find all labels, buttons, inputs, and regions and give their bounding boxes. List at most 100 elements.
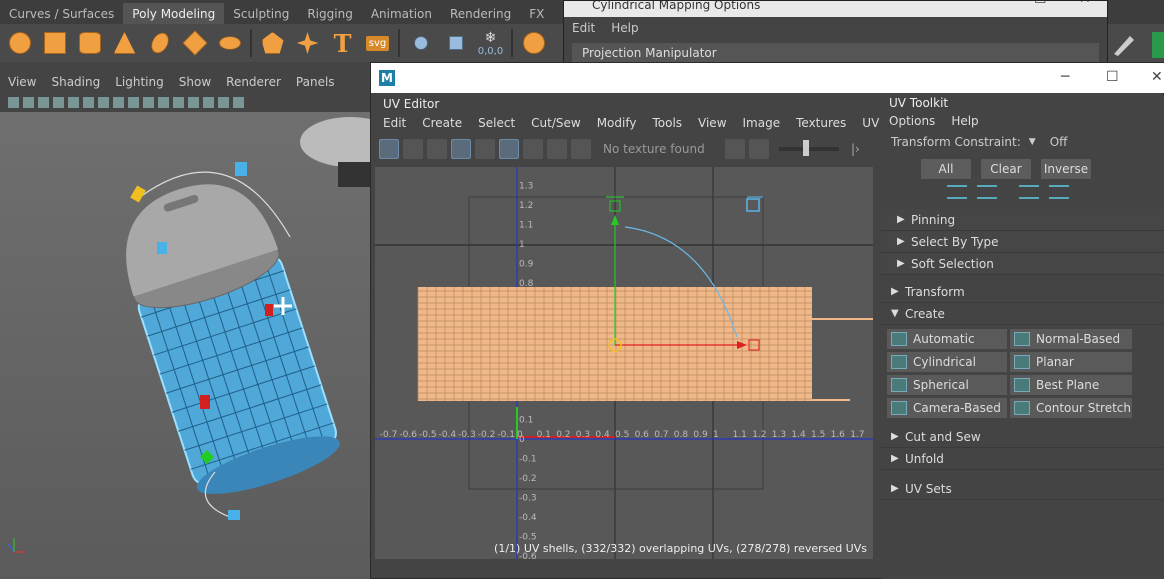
uv-menu-edit[interactable]: Edit [383, 116, 406, 130]
uv-canvas[interactable]: 1.3 1.2 1.1 1 0.9 0.8 0.1 0 -0.1 -0.2 -0.3 -0.4 -0.5… [375, 167, 873, 559]
field-chart-icon[interactable] [158, 96, 169, 108]
bridge-icon[interactable] [516, 27, 551, 59]
uv-distortion-icon[interactable] [427, 139, 447, 159]
shelf-tab-animation[interactable]: Animation [362, 3, 441, 24]
cmo-menu-edit[interactable]: Edit [572, 21, 595, 35]
sweep-icon[interactable] [403, 27, 438, 59]
cylinder-icon[interactable] [72, 27, 107, 59]
svg-icon[interactable]: svg [360, 27, 395, 59]
snowflake-icon[interactable]: ❄ 0,0,0 [473, 27, 508, 59]
viewport-menu-view[interactable]: View [8, 75, 36, 89]
camera-select-icon[interactable] [8, 96, 19, 108]
select-by-type-section[interactable]: ▶ Select By Type [881, 231, 1164, 253]
uv-menu-select[interactable]: Select [478, 116, 515, 130]
best-plane-button[interactable]: Best Plane [1010, 375, 1132, 395]
planar-button[interactable]: Planar [1010, 352, 1132, 372]
automatic-button[interactable]: Automatic [887, 329, 1007, 349]
shrink-selection-icon[interactable] [977, 185, 997, 199]
snap-icon[interactable] [523, 139, 543, 159]
disc-icon[interactable] [212, 27, 247, 59]
maximize-icon[interactable]: ☐ [1106, 69, 1119, 85]
chevron-down-icon[interactable]: ▼ [1029, 137, 1036, 147]
normal-based-button[interactable]: Normal-Based [1010, 329, 1132, 349]
viewport-menu-panels[interactable]: Panels [296, 75, 335, 89]
uv-menu-image[interactable]: Image [743, 116, 781, 130]
pencil-icon[interactable] [1108, 24, 1164, 62]
spherical-button[interactable]: Spherical [887, 375, 1007, 395]
safe-title-icon[interactable] [188, 96, 199, 108]
select-all-button[interactable]: All [921, 159, 971, 179]
film-gate-icon[interactable] [113, 96, 124, 108]
close-icon[interactable]: ✕ [1151, 69, 1163, 85]
exposure-slider[interactable] [779, 140, 839, 156]
viewport-menu-show[interactable]: Show [179, 75, 211, 89]
uv-menu-textures[interactable]: Textures [796, 116, 846, 130]
pinning-section[interactable]: ▶ Pinning [881, 209, 1164, 231]
cmo-menu-help[interactable]: Help [611, 21, 638, 35]
cube-icon[interactable] [37, 27, 72, 59]
cylindrical-button[interactable]: Cylindrical [887, 352, 1007, 372]
color-space-icon[interactable] [725, 139, 745, 159]
uv-menu-modify[interactable]: Modify [597, 116, 637, 130]
select-shell-icon[interactable] [1019, 185, 1039, 199]
image-plane-icon[interactable] [53, 96, 64, 108]
uv-menu-tools[interactable]: Tools [652, 116, 682, 130]
toolkit-menu-options[interactable]: Options [889, 114, 935, 128]
sphere-icon[interactable] [2, 27, 37, 59]
select-border-icon[interactable] [1049, 185, 1069, 199]
camera-attributes-icon[interactable] [23, 96, 34, 108]
minimize-icon[interactable]: ─ [991, 1, 999, 6]
transform-section[interactable]: ▶ Transform [881, 281, 1164, 303]
grid-icon[interactable] [98, 96, 109, 108]
viewport-menu-shading[interactable]: Shading [51, 75, 100, 89]
uv-shell-icon[interactable] [379, 139, 399, 159]
isolate-select-icon[interactable] [451, 139, 471, 159]
camera-based-button[interactable]: Camera-Based [887, 398, 1007, 418]
shelf-tab-rigging[interactable]: Rigging [298, 3, 361, 24]
gate-mask-icon[interactable] [143, 96, 154, 108]
grow-selection-icon[interactable] [947, 185, 967, 199]
smooth-shade-icon[interactable] [218, 96, 229, 108]
toolkit-menu-help[interactable]: Help [951, 114, 978, 128]
projection-manipulator-section[interactable]: Projection Manipulator [572, 43, 1099, 63]
uv-menu-create[interactable]: Create [422, 116, 462, 130]
unfold-section[interactable]: ▶ Unfold [881, 448, 1164, 470]
cone-icon[interactable] [107, 27, 142, 59]
bookmark-icon[interactable] [38, 96, 49, 108]
filter-icon[interactable] [475, 139, 495, 159]
wireframe-on-shaded-icon[interactable] [233, 96, 244, 108]
checker-icon[interactable] [571, 139, 591, 159]
shelf-tab-rendering[interactable]: Rendering [441, 3, 520, 24]
shelf-tab-sculpting[interactable]: Sculpting [224, 3, 298, 24]
platonic-icon[interactable] [255, 27, 290, 59]
uv-menu-cut-sew[interactable]: Cut/Sew [531, 116, 581, 130]
snapshot-icon[interactable] [547, 139, 567, 159]
close-icon[interactable]: ✕ [1079, 1, 1091, 6]
shelf-tab-poly-modeling[interactable]: Poly Modeling [123, 3, 225, 24]
grease-pencil-icon[interactable] [83, 96, 94, 108]
2d-pan-icon[interactable] [68, 96, 79, 108]
image-display-icon[interactable] [749, 139, 769, 159]
contour-stretch-button[interactable]: Contour Stretch [1010, 398, 1132, 418]
transform-constraint-dropdown[interactable]: Off [1050, 135, 1068, 149]
shelf-tab-curves[interactable]: Curves / Surfaces [0, 3, 123, 24]
viewport-menu-renderer[interactable]: Renderer [226, 75, 281, 89]
resolution-gate-icon[interactable] [128, 96, 139, 108]
wireframe-icon[interactable] [203, 96, 214, 108]
bevel-icon[interactable] [438, 27, 473, 59]
minimize-icon[interactable]: ─ [1061, 69, 1069, 85]
super-shape-icon[interactable] [290, 27, 325, 59]
cut-and-sew-section[interactable]: ▶ Cut and Sew [881, 426, 1164, 448]
maximize-icon[interactable]: ☐ [1034, 1, 1047, 6]
inverse-button[interactable]: Inverse [1041, 159, 1091, 179]
torus-icon[interactable] [142, 27, 177, 59]
uv-sets-section[interactable]: ▶ UV Sets [881, 478, 1164, 500]
safe-action-icon[interactable] [173, 96, 184, 108]
grid-toggle-icon[interactable] [499, 139, 519, 159]
clear-button[interactable]: Clear [981, 159, 1031, 179]
plane-icon[interactable] [177, 27, 212, 59]
viewport-menu-lighting[interactable]: Lighting [115, 75, 164, 89]
create-section[interactable]: ▼ Create [881, 303, 1164, 325]
perspective-viewport[interactable] [0, 112, 372, 579]
uv-menu-view[interactable]: View [698, 116, 726, 130]
